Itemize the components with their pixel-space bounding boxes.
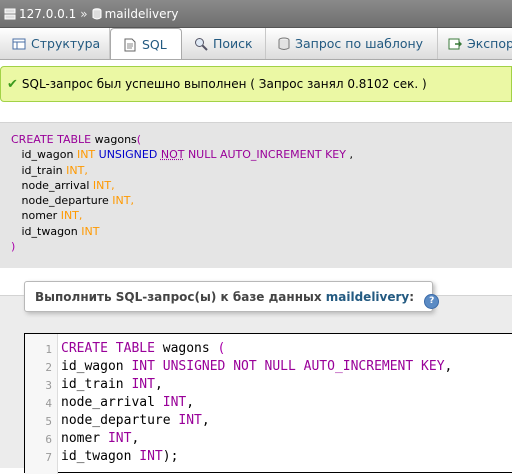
query-legend: Выполнить SQL-запрос(ы) к базе данных ma… [24, 281, 433, 312]
editor-line: id_train INT, [61, 377, 163, 392]
line-number: 3 [25, 379, 52, 392]
sql-type[interactable]: INT, [93, 179, 115, 192]
sql-type[interactable]: INT, [112, 194, 134, 207]
editor-text: id_twagon [61, 449, 139, 464]
editor-text: , [445, 359, 453, 374]
line-number: 2 [25, 361, 52, 374]
line-number: 7 [25, 451, 52, 464]
breadcrumb: 127.0.0.1 » maildelivery [0, 0, 512, 28]
sql-type[interactable]: INT [77, 148, 95, 161]
line-number: 6 [25, 433, 52, 446]
tab-bar: Структура SQL Поиск Запрос по шаблону Эк… [0, 28, 512, 60]
breadcrumb-database[interactable]: maildelivery [105, 7, 179, 21]
success-check-icon: ✔ [7, 77, 18, 92]
tab-query-by-example[interactable]: Запрос по шаблону [266, 28, 438, 59]
editor-keyword: INT [178, 413, 201, 428]
sql-text: id_twagon [11, 225, 81, 238]
sql-line: ) [11, 239, 512, 254]
search-icon [194, 37, 208, 54]
editor-keyword: INT [131, 377, 154, 392]
tab-query-label: Запрос по шаблону [295, 36, 423, 51]
sql-paren: ) [11, 240, 15, 253]
editor-text: id_train [61, 377, 131, 392]
query-icon [278, 37, 290, 54]
sql-line: id_twagon INT [11, 224, 512, 239]
success-message-text: SQL-запрос был успешно выполнен ( Запрос… [22, 77, 427, 91]
editor-text: , [186, 395, 194, 410]
editor-line: node_departure INT, [61, 413, 210, 428]
editor-text: node_departure [61, 413, 178, 428]
editor-text: id_wagon [61, 359, 131, 374]
editor-keyword: CREATE TABLE [61, 341, 155, 356]
sql-text: wagons [91, 133, 137, 146]
line-number: 4 [25, 397, 52, 410]
line-number-gutter: 1 2 3 4 5 6 7 [25, 334, 58, 474]
export-icon [448, 37, 462, 54]
sql-keyword[interactable]: UNSIGNED [95, 148, 161, 161]
breadcrumb-separator: » [80, 7, 87, 21]
editor-keyword: INT [108, 431, 131, 446]
sql-icon [123, 38, 137, 55]
sql-text: id_wagon [11, 148, 77, 161]
editor-line: nomer INT, [61, 431, 139, 446]
tab-sql-label: SQL [142, 37, 167, 52]
line-number: 5 [25, 415, 52, 428]
sql-text: id_train [11, 164, 66, 177]
editor-line: id_wagon INT UNSIGNED NOT NULL AUTO_INCR… [61, 359, 452, 374]
query-database-link[interactable]: maildelivery [326, 290, 409, 304]
breadcrumb-server[interactable]: 127.0.0.1 [19, 7, 76, 21]
editor-line: id_twagon INT); [61, 449, 178, 464]
success-message: ✔ SQL-запрос был успешно выполнен ( Запро… [0, 66, 512, 102]
structure-icon [12, 37, 26, 54]
server-icon [4, 8, 16, 23]
sql-text: nomer [11, 209, 61, 222]
editor-text: , [155, 377, 163, 392]
sql-keyword[interactable]: NULL AUTO_INCREMENT KEY [184, 148, 346, 161]
executed-sql-display: CREATE TABLE wagons( id_wagon INT UNSIGN… [0, 122, 512, 268]
tab-structure[interactable]: Структура [0, 28, 110, 59]
editor-text: ); [163, 449, 179, 464]
tab-sql[interactable]: SQL [110, 28, 182, 60]
sql-line: id_train INT, [11, 163, 512, 178]
query-legend-colon: : [409, 290, 414, 304]
query-legend-text: Выполнить SQL-запрос(ы) к базе данных [35, 290, 322, 304]
sql-line: nomer INT, [11, 208, 512, 223]
sql-line: node_departure INT, [11, 193, 512, 208]
sql-type[interactable]: INT [81, 225, 99, 238]
editor-keyword: INT [139, 449, 162, 464]
sql-keyword[interactable]: NOT [161, 148, 185, 161]
sql-text: node_departure [11, 194, 112, 207]
tab-export[interactable]: Экспорт [438, 28, 512, 59]
tab-search-label: Поиск [213, 36, 253, 51]
line-number: 1 [25, 343, 52, 356]
editor-text: , [202, 413, 210, 428]
tab-structure-label: Структура [31, 36, 100, 51]
sql-line: node_arrival INT, [11, 178, 512, 193]
tab-export-label: Экспорт [467, 36, 512, 51]
sql-paren: ( [137, 133, 141, 146]
sql-type[interactable]: INT, [61, 209, 83, 222]
editor-keyword: INT [163, 395, 186, 410]
tab-search[interactable]: Поиск [182, 28, 266, 59]
sql-line: CREATE TABLE wagons( [11, 132, 512, 147]
sql-line: id_wagon INT UNSIGNED NOT NULL AUTO_INCR… [11, 147, 512, 162]
editor-keyword: INT UNSIGNED NOT NULL AUTO_INCREMENT KEY [131, 359, 444, 374]
editor-line: CREATE TABLE wagons ( [61, 341, 225, 356]
editor-paren: ( [218, 341, 226, 356]
sql-text: , [346, 148, 353, 161]
editor-text: node_arrival [61, 395, 163, 410]
sql-text: node_arrival [11, 179, 93, 192]
editor-line: node_arrival INT, [61, 395, 194, 410]
help-icon[interactable]: ? [424, 294, 439, 309]
database-icon [92, 8, 102, 23]
sql-type[interactable]: INT, [66, 164, 88, 177]
sql-query-editor[interactable]: 1 2 3 4 5 6 7 CREATE TABLE wagons ( id_w… [24, 333, 512, 473]
editor-text: , [131, 431, 139, 446]
sql-keyword[interactable]: CREATE TABLE [11, 133, 91, 146]
editor-text: nomer [61, 431, 108, 446]
editor-text: wagons [155, 341, 218, 356]
